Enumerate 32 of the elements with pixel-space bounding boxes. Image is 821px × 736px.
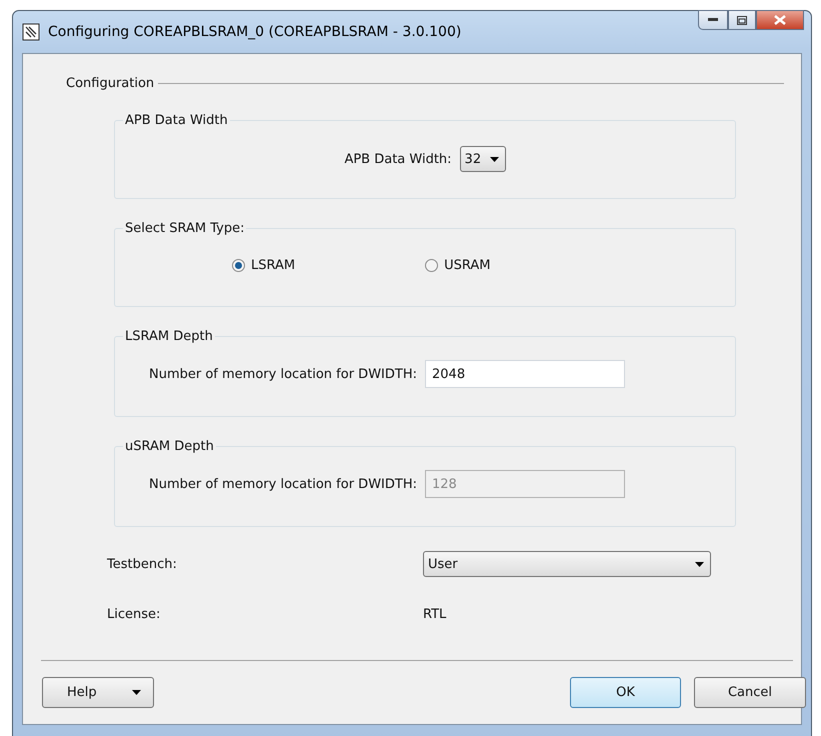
radio-option[interactable]: USRAM	[425, 258, 491, 273]
maximize-button[interactable]	[728, 10, 756, 30]
field-label: License:	[107, 607, 162, 622]
close-icon	[774, 15, 786, 25]
input-field[interactable]: 2048	[425, 360, 625, 388]
minimize-button[interactable]	[698, 10, 728, 30]
field-label: Number of memory location for DWIDTH:	[149, 366, 417, 382]
window-title: Configuring COREAPBLSRAM_0 (COREAPBLSRAM - 3.0.100)	[48, 24, 462, 40]
group-title: LSRAM Depth	[124, 329, 214, 344]
license-value: RTL	[423, 607, 446, 622]
caret-icon	[132, 690, 141, 695]
section-title: Configuration	[66, 76, 154, 91]
testbench-dropdown[interactable]: User	[423, 551, 711, 577]
group-title: uSRAM Depth	[124, 439, 215, 454]
ok-button[interactable]: OK	[570, 677, 681, 708]
group-title: Select SRAM Type:	[124, 221, 246, 236]
data-width-dropdown[interactable]: 32	[460, 146, 506, 172]
caret-icon	[695, 562, 704, 566]
minimize-icon	[708, 18, 718, 22]
app-icon	[22, 23, 40, 41]
help-button[interactable]: Help	[42, 677, 154, 708]
field-label: Number of memory location for DWIDTH:	[149, 476, 417, 492]
cancel-button[interactable]: Cancel	[694, 677, 806, 708]
group-title: APB Data Width	[124, 113, 229, 128]
field-label: Testbench:	[107, 556, 178, 572]
maximize-icon	[737, 16, 747, 24]
radio-button[interactable]	[425, 259, 438, 272]
radio-button[interactable]	[232, 259, 245, 272]
field-label: APB Data Width:	[344, 152, 452, 166]
caret-icon	[490, 156, 499, 162]
radio-option[interactable]: LSRAM	[232, 258, 296, 273]
close-button[interactable]	[756, 10, 804, 30]
